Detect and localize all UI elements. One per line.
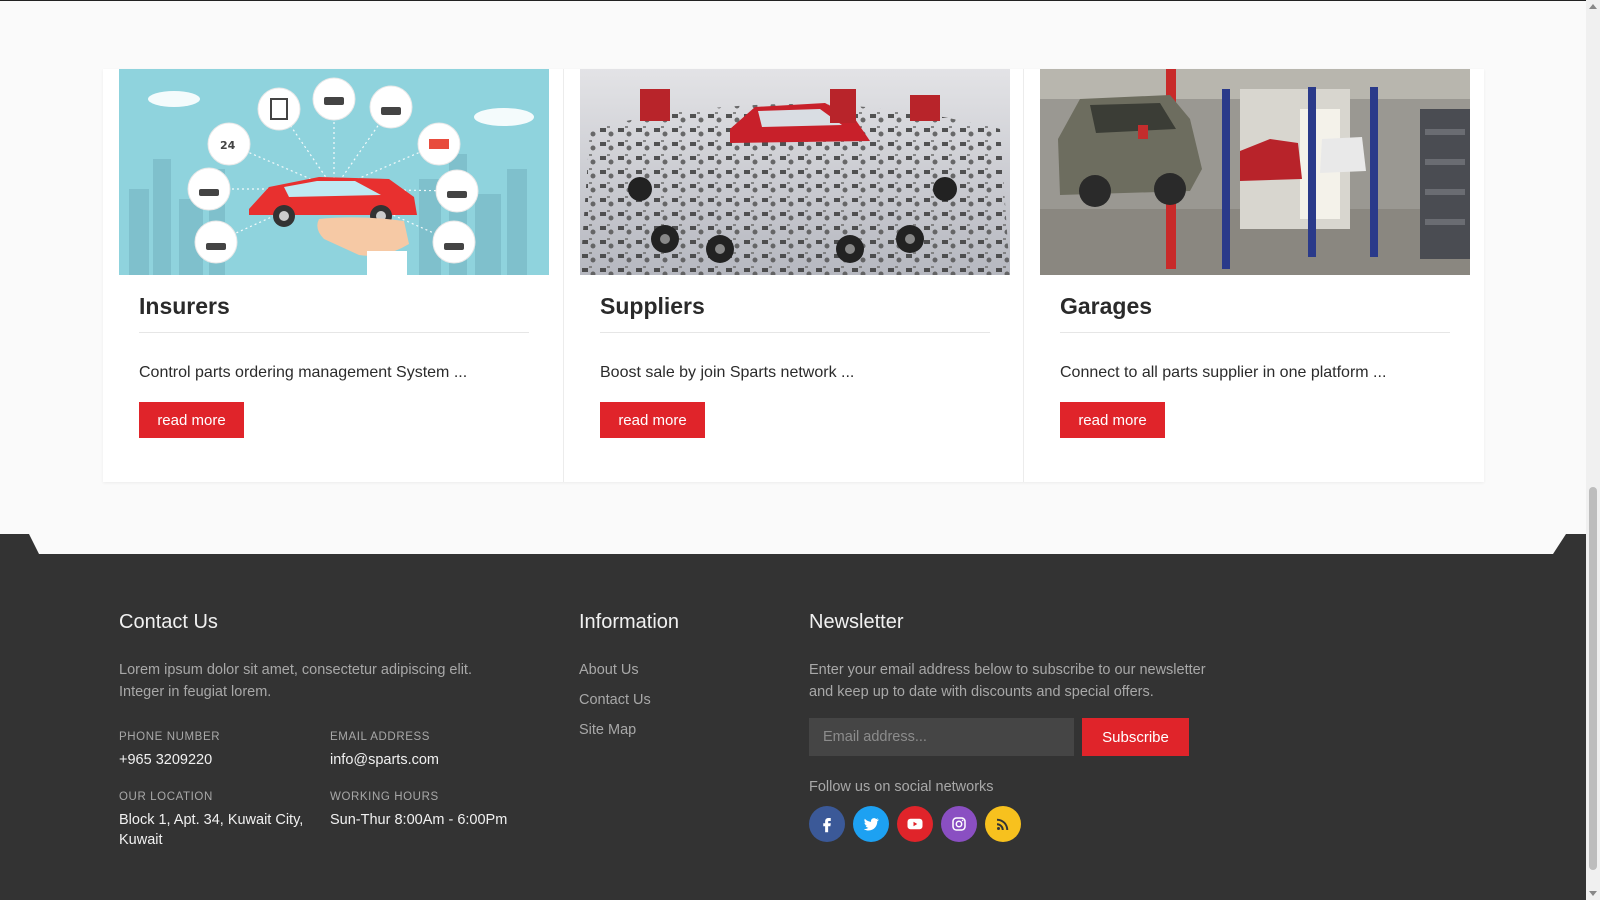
card-suppliers: Suppliers Boost sale by join Sparts netw… — [563, 69, 1023, 482]
link-site-map[interactable]: Site Map — [579, 722, 636, 738]
working-hours: Sun-Thur 8:00Am - 6:00Pm — [330, 812, 508, 828]
top-divider — [0, 0, 1600, 1]
rss-icon[interactable] — [985, 806, 1021, 842]
email-label: EMAIL ADDRESS — [330, 731, 431, 743]
suppliers-image — [580, 69, 1010, 275]
twitter-icon[interactable] — [853, 806, 889, 842]
phone-number: +965 3209220 — [119, 752, 213, 768]
insurers-image: 24 — [119, 69, 549, 275]
scroll-down-icon[interactable] — [1589, 889, 1597, 897]
youtube-icon[interactable] — [897, 806, 933, 842]
hours-label: WORKING HOURS — [330, 791, 439, 803]
location-label: OUR LOCATION — [119, 791, 213, 803]
location-line1: Block 1, Apt. 34, Kuwait City, — [119, 812, 304, 828]
card-description: Connect to all parts supplier in one pla… — [1060, 364, 1387, 381]
read-more-button[interactable]: read more — [600, 402, 705, 438]
card-insurers: 24 Insurers Control parts ordering manag… — [103, 69, 563, 482]
newsletter-text-line2: and keep up to date with discounts and s… — [809, 684, 1154, 700]
card-title: Garages — [1060, 293, 1450, 333]
phone-label: PHONE NUMBER — [119, 731, 221, 743]
newsletter-text-line1: Enter your email address below to subscr… — [809, 662, 1206, 678]
contact-text-line2: Integer in feugiat lorem. — [119, 684, 272, 700]
instagram-icon[interactable] — [941, 806, 977, 842]
newsletter-email-input[interactable] — [809, 718, 1074, 756]
page-scrollbar[interactable] — [1586, 0, 1600, 900]
card-title: Insurers — [139, 293, 529, 333]
email-address[interactable]: info@sparts.com — [330, 750, 439, 770]
services-cards: 24 Insurers Control parts ordering manag… — [103, 69, 1484, 482]
read-more-button[interactable]: read more — [139, 402, 244, 438]
follow-us-text: Follow us on social networks — [809, 779, 994, 795]
scroll-up-icon[interactable] — [1589, 3, 1597, 11]
card-description: Control parts ordering management System… — [139, 364, 468, 381]
link-contact-us[interactable]: Contact Us — [579, 692, 651, 708]
contact-title: Contact Us — [119, 611, 218, 633]
information-title: Information — [579, 611, 680, 633]
svg-text:24: 24 — [220, 139, 236, 152]
scroll-thumb[interactable] — [1589, 487, 1597, 870]
facebook-icon[interactable] — [809, 806, 845, 842]
link-about-us[interactable]: About Us — [579, 662, 639, 678]
footer-background — [0, 534, 1600, 900]
garages-image — [1040, 69, 1470, 275]
card-description: Boost sale by join Sparts network ... — [600, 364, 855, 381]
card-title: Suppliers — [600, 293, 990, 333]
card-garages: Garages Connect to all parts supplier in… — [1023, 69, 1483, 482]
location-line2: Kuwait — [119, 832, 163, 848]
read-more-button[interactable]: read more — [1060, 402, 1165, 438]
newsletter-title: Newsletter — [809, 611, 904, 633]
subscribe-button[interactable]: Subscribe — [1082, 718, 1189, 756]
contact-text-line1: Lorem ipsum dolor sit amet, consectetur … — [119, 662, 472, 678]
